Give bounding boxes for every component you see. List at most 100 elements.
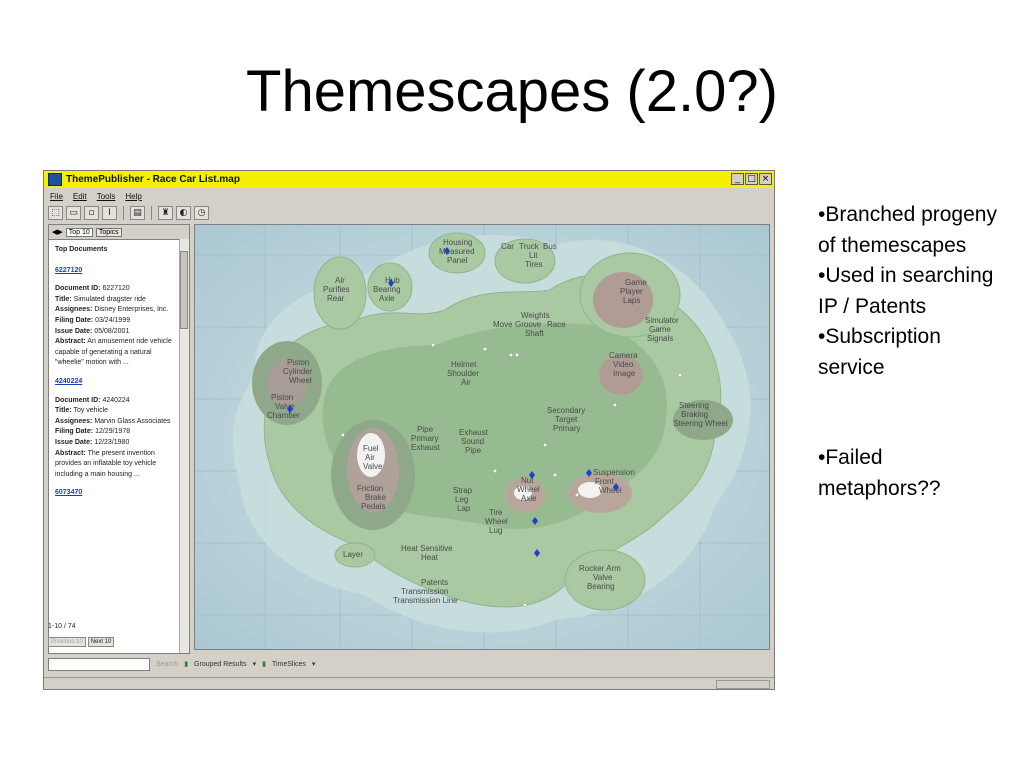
search-button[interactable]: Search: [156, 661, 178, 668]
results-tabs: ◀▶ Top 10 Topics: [49, 225, 189, 240]
map-label: Tire: [489, 508, 503, 517]
map-label: Leg: [455, 495, 468, 504]
pan-icon[interactable]: ▫: [84, 205, 99, 220]
maximize-button[interactable]: □: [745, 173, 758, 185]
map-label: Steering: [679, 401, 709, 410]
binoculars-icon[interactable]: ♜: [158, 205, 173, 220]
map-label: Air: [335, 276, 345, 285]
zoom-box-icon[interactable]: ▭: [66, 205, 81, 220]
field-label: Document ID:: [55, 396, 101, 404]
window-title: ThemePublisher - Race Car List.map: [66, 174, 240, 185]
map-label: Game: [625, 278, 647, 287]
map-label: Image: [613, 369, 636, 378]
menu-help[interactable]: Help: [125, 192, 141, 201]
map-label: Transmission: [401, 587, 448, 596]
timeslices-icon: ▮: [262, 661, 266, 668]
field-value: Toy vehicle: [73, 407, 109, 415]
results-count-text: 1-10 / 74: [48, 623, 76, 630]
layers-icon[interactable]: ◐: [176, 205, 191, 220]
results-panel: ◀▶ Top 10 Topics Top Documents 6227120 D…: [48, 224, 190, 654]
tab-topics[interactable]: Topics: [95, 227, 122, 237]
document-link[interactable]: 4240224: [55, 377, 175, 388]
map-label: Groove: [515, 320, 542, 329]
map-label: Friction: [357, 484, 383, 493]
close-button[interactable]: ×: [759, 173, 772, 185]
map-label: Brake: [365, 493, 386, 502]
map-label: Pedals: [361, 502, 385, 511]
map-label: Valve: [593, 573, 613, 582]
field-value: 05/08/2001: [94, 327, 130, 335]
map-label: Housing: [443, 238, 472, 247]
next-10-button[interactable]: Next 10: [87, 637, 115, 647]
map-label: Axle: [379, 294, 395, 303]
bullet-item: •Branched progeny of themescapes: [818, 203, 997, 257]
grouped-results-icon: ▮: [184, 661, 189, 668]
chevron-down-icon[interactable]: ▾: [253, 660, 257, 668]
window-titlebar[interactable]: ThemePublisher - Race Car List.map _ □ ×: [44, 171, 774, 188]
map-label: Shaft: [525, 329, 544, 338]
themescape-map[interactable]: Housing Measured Panel Car Truck Bus Lit…: [194, 224, 770, 650]
map-label: Heat Sensitive: [401, 544, 453, 553]
map-label: Purifies: [323, 285, 350, 294]
map-label: Lug: [489, 526, 502, 535]
field-value: Disney Enterprises, Inc.: [94, 306, 169, 314]
app-window: ThemePublisher - Race Car List.map _ □ ×…: [43, 170, 775, 690]
map-label: Piston: [271, 393, 293, 402]
document-record: Document ID: 4240224 Title: Toy vehicle …: [55, 396, 175, 481]
map-label: Wheel: [289, 376, 312, 385]
map-label: Layer: [343, 550, 363, 559]
tab-scroll-arrows-icon[interactable]: ◀▶: [49, 228, 63, 236]
results-count: 1-10 / 74: [48, 623, 76, 630]
map-label: Lit: [529, 251, 538, 260]
map-label: Suspension: [593, 468, 635, 477]
field-label: Abstract:: [55, 338, 86, 346]
map-label: Helmet: [451, 360, 477, 369]
field-value: 03/24/1999: [95, 316, 131, 324]
map-label: Bearing: [587, 582, 615, 591]
menu-bar: File Edit Tools Help: [44, 189, 142, 203]
chevron-down-icon[interactable]: ▾: [312, 660, 316, 668]
window-icon[interactable]: ▤: [130, 205, 145, 220]
map-label: Race: [547, 320, 566, 329]
field-label: Filing Date:: [55, 316, 94, 324]
select-tool-icon[interactable]: ⬚: [48, 205, 63, 220]
menu-file[interactable]: File: [50, 192, 63, 201]
map-label: Wheel: [517, 485, 540, 494]
bullet-item: •Used in searching IP / Patents: [818, 264, 994, 318]
clock-icon[interactable]: ◷: [194, 205, 209, 220]
timeslices-dropdown[interactable]: TimeSlices: [272, 661, 306, 668]
field-value: 4240224: [102, 396, 130, 404]
map-label: Exhaust: [411, 443, 441, 452]
map-label: Laps: [623, 296, 640, 305]
search-input[interactable]: [48, 657, 150, 671]
grouped-results-dropdown[interactable]: Grouped Results: [194, 661, 247, 668]
field-label: Title:: [55, 295, 72, 303]
previous-10-button[interactable]: Previous 10: [48, 637, 86, 647]
map-label: Valve: [363, 462, 383, 471]
map-canvas[interactable]: Housing Measured Panel Car Truck Bus Lit…: [195, 225, 769, 649]
scrollbar-thumb[interactable]: [180, 251, 188, 329]
map-label: Patents: [421, 578, 448, 587]
menu-tools[interactable]: Tools: [97, 192, 116, 201]
map-label: Air: [365, 453, 375, 462]
text-tool-icon[interactable]: I: [102, 205, 117, 220]
map-label: Fuel: [363, 444, 379, 453]
results-scrollbar[interactable]: [179, 239, 189, 653]
minimize-button[interactable]: _: [731, 173, 744, 185]
map-label: Target: [555, 415, 578, 424]
field-label: Abstract:: [55, 449, 86, 457]
app-icon: [48, 173, 62, 186]
map-label: Pipe: [465, 446, 482, 455]
menu-edit[interactable]: Edit: [73, 192, 87, 201]
map-label: Tires: [525, 260, 542, 269]
toolbar: ⬚ ▭ ▫ I ▤ ♜ ◐ ◷: [48, 204, 209, 221]
map-label: Chamber: [267, 411, 300, 420]
document-link[interactable]: 6073470: [55, 488, 175, 499]
status-bar: [44, 677, 774, 689]
map-label: Air: [461, 378, 471, 387]
document-link[interactable]: 6227120: [55, 266, 175, 277]
tab-top-10[interactable]: Top 10: [65, 227, 93, 237]
field-label: Issue Date:: [55, 327, 93, 335]
field-value: 12/29/1978: [95, 428, 131, 436]
field-label: Assignees:: [55, 306, 93, 314]
